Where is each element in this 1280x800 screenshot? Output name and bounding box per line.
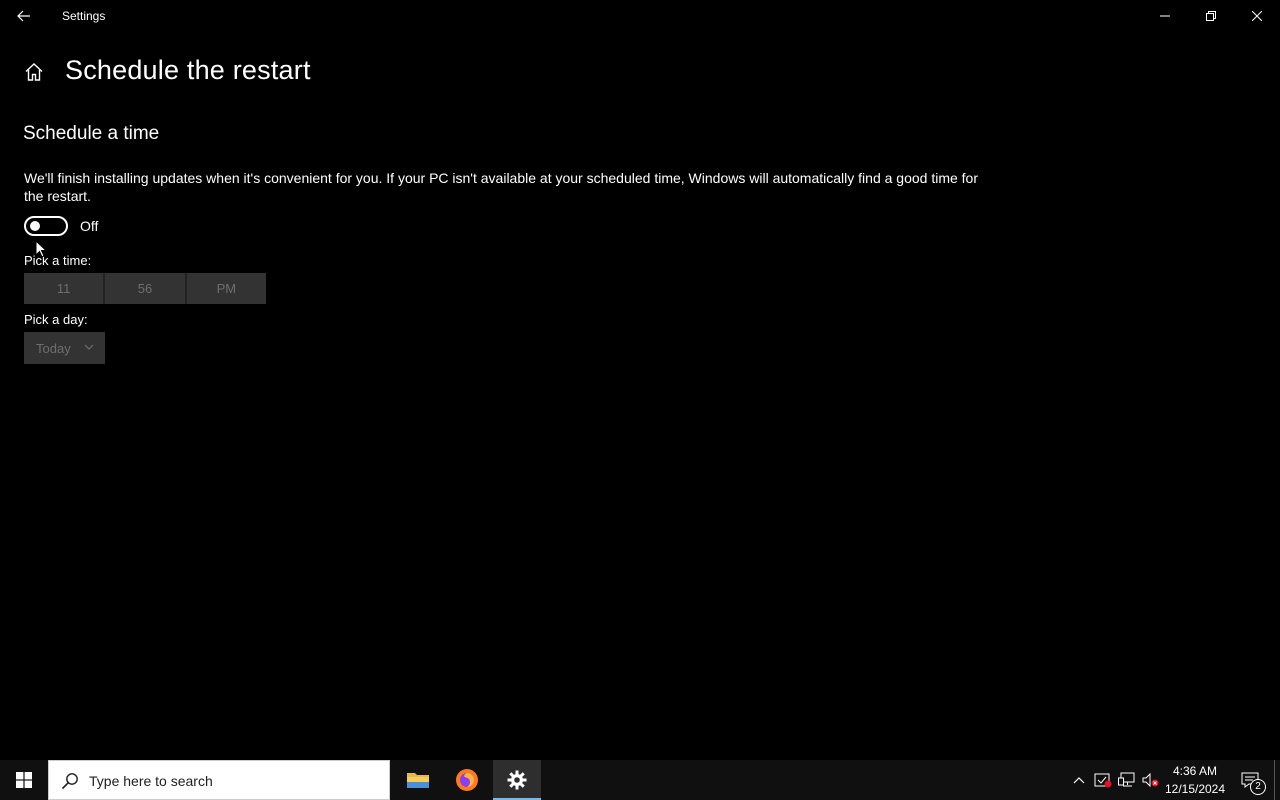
notification-count-badge: 2 [1250, 779, 1266, 795]
volume-muted-icon [1142, 772, 1159, 788]
period-segment[interactable]: PM [184, 273, 266, 304]
app-title: Settings [62, 9, 106, 23]
hour-segment[interactable]: 11 [24, 273, 103, 304]
restore-icon [1206, 11, 1216, 21]
chevron-up-icon [1073, 777, 1085, 784]
network-icon [1118, 772, 1135, 787]
title-bar: Settings [0, 0, 1280, 32]
toggle-knob [30, 221, 40, 231]
home-icon [25, 63, 43, 81]
firefox-icon [456, 769, 478, 791]
section-title: Schedule a time [23, 123, 160, 144]
description-text: We'll finish installing updates when it'… [24, 170, 979, 204]
tray-security[interactable] [1092, 760, 1114, 800]
show-hidden-icons-button[interactable] [1068, 760, 1090, 800]
taskbar: Type here to search 4:36 AM 12/15/2024 2 [0, 760, 1280, 800]
time-picker[interactable]: 11 56 PM [24, 273, 266, 304]
mouse-cursor-icon [35, 240, 47, 258]
taskbar-search-box[interactable]: Type here to search [48, 760, 390, 800]
page-title: Schedule the restart [65, 55, 311, 85]
tray-network[interactable] [1116, 760, 1138, 800]
minimize-button[interactable] [1142, 0, 1188, 32]
action-center-button[interactable]: 2 [1232, 760, 1268, 800]
show-desktop-button[interactable] [1274, 760, 1280, 800]
taskbar-settings[interactable] [493, 760, 541, 800]
taskbar-file-explorer[interactable] [394, 760, 442, 800]
back-arrow-icon [17, 10, 30, 22]
gear-icon [507, 770, 527, 790]
restore-button[interactable] [1188, 0, 1234, 32]
home-button[interactable] [20, 58, 48, 86]
minute-segment[interactable]: 56 [103, 273, 184, 304]
close-button[interactable] [1234, 0, 1280, 32]
search-placeholder: Type here to search [89, 773, 213, 789]
chevron-down-icon [84, 344, 94, 350]
close-icon [1252, 11, 1262, 21]
clock-time: 4:36 AM [1172, 764, 1218, 778]
search-icon [61, 773, 78, 790]
tray-volume[interactable] [1140, 760, 1162, 800]
minimize-icon [1160, 15, 1170, 17]
start-button[interactable] [0, 760, 48, 800]
security-warning-icon [1094, 773, 1112, 788]
toggle-state-label: Off [80, 218, 99, 234]
pick-day-label: Pick a day: [24, 312, 88, 327]
schedule-time-toggle[interactable] [24, 216, 68, 236]
back-button[interactable] [8, 0, 40, 32]
folder-icon [407, 773, 429, 788]
day-selected-value: Today [36, 340, 71, 356]
taskbar-clock[interactable]: 4:36 AM 12/15/2024 [1160, 762, 1230, 798]
taskbar-firefox[interactable] [443, 760, 491, 800]
day-dropdown[interactable]: Today [24, 332, 105, 364]
windows-logo-icon [16, 772, 32, 788]
clock-date: 12/15/2024 [1164, 782, 1226, 796]
